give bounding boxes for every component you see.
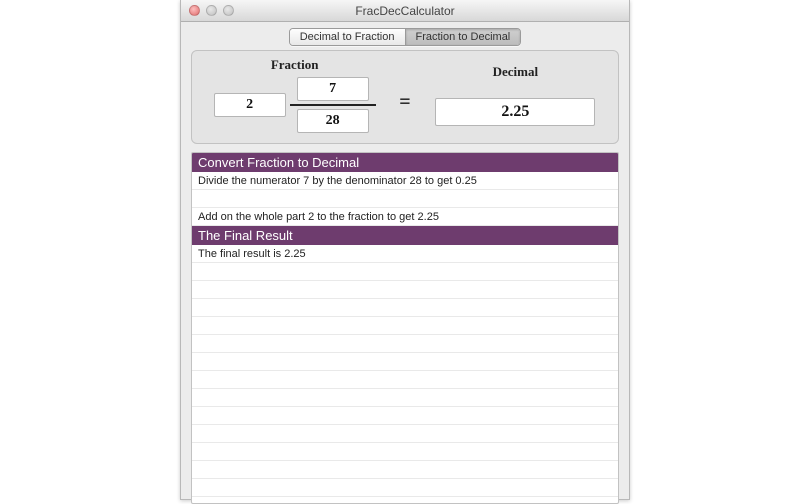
- step-line: Add on the whole part 2 to the fraction …: [192, 208, 618, 226]
- step-line: Divide the numerator 7 by the denominato…: [192, 172, 618, 190]
- equals-sign: =: [393, 91, 416, 114]
- rule-line: [192, 389, 618, 407]
- rule-line: [192, 281, 618, 299]
- decimal-label: Decimal: [493, 64, 538, 80]
- section-header-convert: Convert Fraction to Decimal: [192, 153, 618, 172]
- rule-line: [192, 443, 618, 461]
- close-button[interactable]: [189, 5, 200, 16]
- section-header-result: The Final Result: [192, 226, 618, 245]
- maximize-button[interactable]: [223, 5, 234, 16]
- rule-line: [192, 407, 618, 425]
- step-line: The final result is 2.25: [192, 245, 618, 263]
- rule-line: [192, 353, 618, 371]
- mode-tabs: Decimal to Fraction Fraction to Decimal: [289, 28, 522, 46]
- window-title: FracDecCalculator: [181, 4, 629, 18]
- steps-panel: Convert Fraction to Decimal Divide the n…: [191, 152, 619, 504]
- step-line: [192, 190, 618, 208]
- rule-line: [192, 263, 618, 281]
- numerator-input[interactable]: 7: [297, 77, 369, 101]
- whole-input[interactable]: 2: [214, 93, 286, 117]
- io-panel: Fraction 2 7 28 = Decimal 2.25: [191, 50, 619, 144]
- minimize-button[interactable]: [206, 5, 217, 16]
- tab-fraction-to-decimal[interactable]: Fraction to Decimal: [406, 29, 521, 45]
- denominator-input[interactable]: 28: [297, 109, 369, 133]
- fraction-stack: 7 28: [290, 77, 376, 133]
- fraction-label: Fraction: [271, 57, 319, 73]
- titlebar: FracDecCalculator: [181, 0, 629, 22]
- rule-line: [192, 371, 618, 389]
- fraction-line: [290, 104, 376, 106]
- tab-decimal-to-fraction[interactable]: Decimal to Fraction: [290, 29, 406, 45]
- app-window: FracDecCalculator Decimal to Fraction Fr…: [180, 0, 630, 500]
- rule-line: [192, 479, 618, 497]
- decimal-column: Decimal 2.25: [421, 64, 610, 126]
- fraction-column: Fraction 2 7 28: [200, 57, 389, 133]
- rule-line: [192, 461, 618, 479]
- decimal-output: 2.25: [435, 98, 595, 126]
- fraction-row: 2 7 28: [214, 77, 376, 133]
- tabs-row: Decimal to Fraction Fraction to Decimal: [181, 22, 629, 46]
- rule-line: [192, 425, 618, 443]
- rule-line: [192, 317, 618, 335]
- rule-line: [192, 335, 618, 353]
- ruled-area: [192, 263, 618, 497]
- rule-line: [192, 299, 618, 317]
- window-controls: [181, 5, 234, 16]
